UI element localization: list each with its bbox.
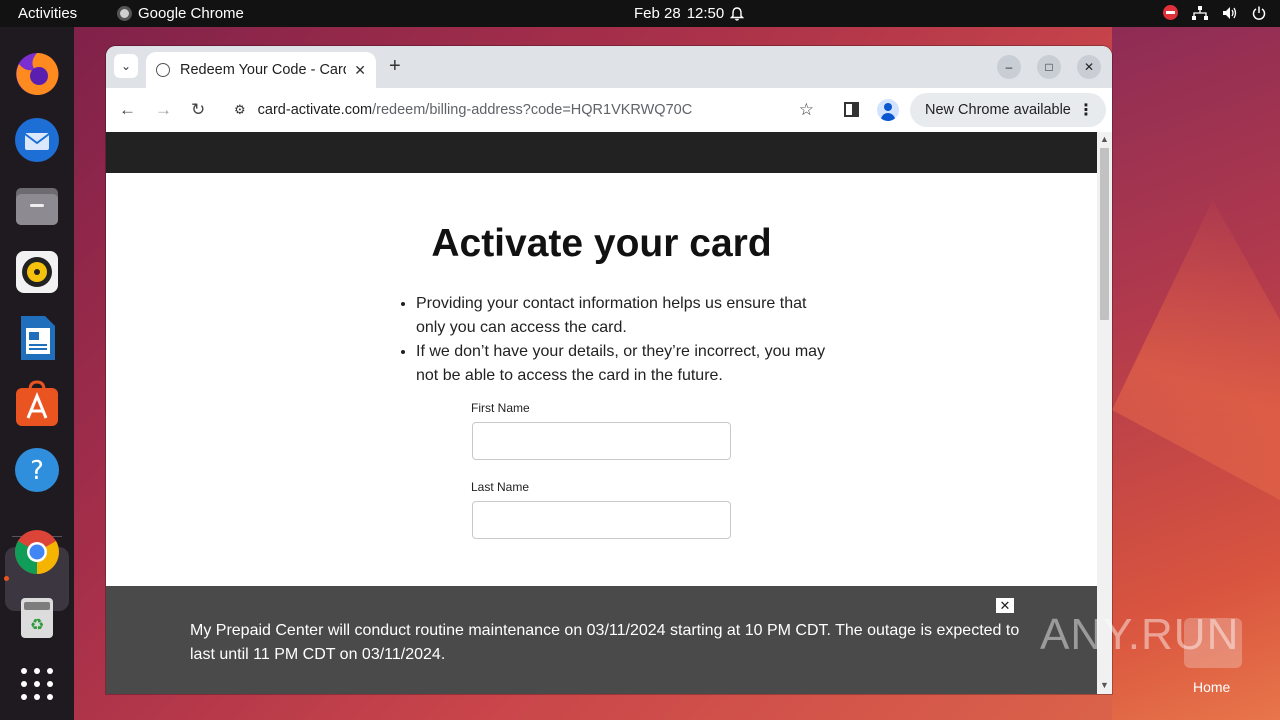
last-name-label: Last Name xyxy=(471,480,530,494)
maintenance-banner: ✕ My Prepaid Center will conduct routine… xyxy=(106,586,1097,694)
close-tab-icon[interactable]: ✕ xyxy=(354,62,366,79)
minimize-button[interactable]: – xyxy=(997,55,1021,79)
url-path: /redeem/billing-address?code=HQR1VKRWQ70… xyxy=(372,102,693,118)
activities-button[interactable]: Activities xyxy=(18,5,77,22)
chevron-down-icon: ⌄ xyxy=(120,59,132,73)
tab-redeem[interactable]: Redeem Your Code - Card ✕ xyxy=(146,52,376,88)
scroll-down-icon[interactable]: ▼ xyxy=(1100,680,1109,690)
page-viewport: Activate your card Providing your contac… xyxy=(106,132,1097,694)
first-name-label: First Name xyxy=(471,401,530,415)
app-menu[interactable]: Google Chrome xyxy=(117,5,244,22)
svg-text:?: ? xyxy=(30,456,44,486)
update-chrome-button[interactable]: New Chrome available ⋮ xyxy=(910,93,1106,127)
info-list: Providing your contact information helps… xyxy=(416,292,836,388)
back-button[interactable]: ← xyxy=(119,100,136,120)
show-apps-icon[interactable] xyxy=(13,660,61,708)
chrome-window: ⌄ Redeem Your Code - Card ✕ + – □ ✕ ← → … xyxy=(106,46,1112,694)
system-tray[interactable] xyxy=(1163,5,1266,20)
home-folder-icon[interactable] xyxy=(1184,618,1242,668)
bell-icon xyxy=(730,6,745,21)
url-host: card-activate.com xyxy=(257,102,373,118)
files-icon[interactable] xyxy=(13,182,61,230)
clock[interactable]: Feb 28 12:50 xyxy=(634,5,745,22)
bookmark-star-icon[interactable]: ☆ xyxy=(799,100,814,120)
close-banner-button[interactable]: ✕ xyxy=(996,598,1014,613)
list-item: If we don’t have your details, or they’r… xyxy=(416,340,836,388)
side-panel-icon[interactable] xyxy=(844,102,859,117)
profile-avatar[interactable] xyxy=(877,99,899,121)
scroll-thumb[interactable] xyxy=(1100,148,1109,320)
site-header xyxy=(106,132,1097,173)
clock-time: 12:50 xyxy=(686,5,725,22)
chrome-icon[interactable] xyxy=(13,528,61,576)
site-info-icon[interactable]: ⚙ xyxy=(234,102,246,118)
close-window-button[interactable]: ✕ xyxy=(1077,55,1101,79)
globe-icon xyxy=(156,63,170,77)
volume-icon xyxy=(1223,6,1237,19)
first-name-input[interactable] xyxy=(472,422,731,460)
rhythmbox-icon[interactable] xyxy=(13,248,61,296)
maximize-button[interactable]: □ xyxy=(1037,55,1061,79)
tab-search-button[interactable]: ⌄ xyxy=(114,54,138,78)
banner-message: My Prepaid Center will conduct routine m… xyxy=(190,622,1020,663)
thunderbird-icon[interactable] xyxy=(13,116,61,164)
dock: ? ♻ xyxy=(0,27,74,720)
tab-strip: ⌄ Redeem Your Code - Card ✕ + – □ ✕ xyxy=(106,46,1112,88)
address-bar[interactable]: ⚙ card-activate.com/redeem/billing-addre… xyxy=(224,93,824,127)
clock-date: Feb 28 xyxy=(634,5,681,22)
network-icon xyxy=(1192,5,1208,20)
new-tab-button[interactable]: + xyxy=(389,55,401,78)
chrome-small-icon xyxy=(117,6,132,21)
help-icon[interactable]: ? xyxy=(13,446,61,494)
home-label: Home xyxy=(1193,679,1231,695)
update-label: New Chrome available xyxy=(925,102,1071,118)
app-name: Google Chrome xyxy=(138,5,244,22)
browser-toolbar: ← → ↻ ⚙ card-activate.com/redeem/billing… xyxy=(106,88,1112,132)
trash-icon[interactable]: ♻ xyxy=(13,594,61,642)
forward-button[interactable]: → xyxy=(155,100,172,120)
last-name-input[interactable] xyxy=(472,501,731,539)
list-item: Providing your contact information helps… xyxy=(416,292,836,340)
libreoffice-writer-icon[interactable] xyxy=(13,314,61,362)
running-indicator xyxy=(4,576,9,581)
scroll-up-icon[interactable]: ▲ xyxy=(1100,134,1109,144)
page-title: Activate your card xyxy=(431,222,772,265)
tab-title: Redeem Your Code - Card xyxy=(180,62,347,78)
power-icon xyxy=(1252,6,1266,20)
app-center-icon[interactable] xyxy=(13,380,61,428)
do-not-disturb-icon xyxy=(1163,5,1178,20)
reload-button[interactable]: ↻ xyxy=(191,100,205,120)
top-bar: Activities Google Chrome Feb 28 12:50 xyxy=(0,0,1280,27)
svg-text:♻: ♻ xyxy=(30,615,44,634)
kebab-menu-icon[interactable]: ⋮ xyxy=(1078,100,1094,120)
firefox-icon[interactable] xyxy=(13,50,61,98)
